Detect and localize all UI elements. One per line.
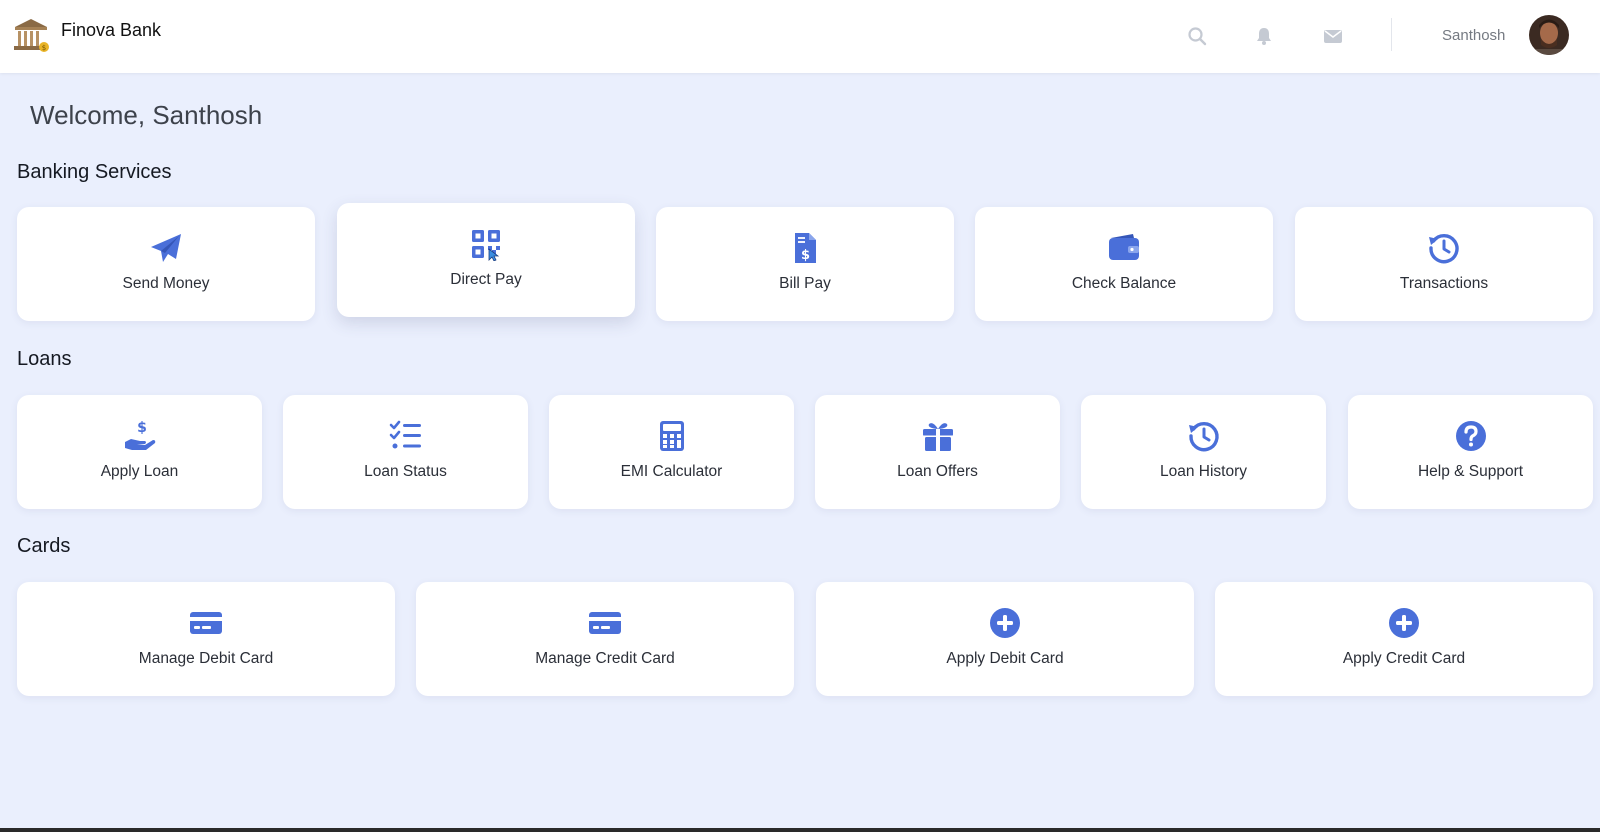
bank-logo-icon: $	[14, 19, 49, 52]
plus-circle-icon	[990, 608, 1020, 638]
plus-circle-icon	[1389, 608, 1419, 638]
card-label: Loan Offers	[897, 463, 978, 480]
card-label: Apply Loan	[100, 463, 179, 480]
card-check-balance[interactable]: Check Balance	[975, 207, 1273, 321]
wallet-icon	[1109, 234, 1139, 260]
card-loan-history[interactable]: Loan History	[1081, 395, 1326, 509]
credit-card-icon	[190, 612, 222, 634]
envelope-icon[interactable]	[1323, 26, 1343, 46]
card-send-money[interactable]: Send Money	[17, 207, 315, 321]
section-title-banking: Banking Services	[17, 161, 172, 183]
avatar[interactable]	[1529, 15, 1569, 55]
card-label: EMI Calculator	[620, 463, 723, 480]
card-label: Manage Debit Card	[138, 650, 274, 667]
credit-card-icon	[589, 612, 621, 634]
card-label: Direct Pay	[450, 271, 522, 288]
card-label: Manage Credit Card	[535, 650, 675, 667]
card-label: Transactions	[1399, 275, 1489, 292]
username[interactable]: Santhosh	[1442, 27, 1505, 44]
card-label: Loan History	[1159, 463, 1247, 480]
history-icon	[1429, 234, 1459, 264]
card-manage-debit-card[interactable]: Manage Debit Card	[17, 582, 395, 696]
card-loan-offers[interactable]: Loan Offers	[815, 395, 1060, 509]
search-icon[interactable]	[1187, 26, 1207, 46]
card-loan-status[interactable]: Loan Status	[283, 395, 528, 509]
card-help-support[interactable]: Help & Support	[1348, 395, 1593, 509]
brand[interactable]: $ Finova Bank	[12, 16, 161, 54]
card-apply-debit-card[interactable]: Apply Debit Card	[816, 582, 1194, 696]
calculator-icon	[659, 421, 684, 451]
svg-text:$: $	[801, 248, 810, 263]
history-icon	[1188, 422, 1219, 452]
card-apply-loan[interactable]: $ Apply Loan	[17, 395, 262, 509]
card-direct-pay[interactable]: Direct Pay	[337, 203, 635, 317]
paper-plane-icon	[151, 234, 181, 262]
bell-icon[interactable]	[1254, 26, 1274, 46]
card-label: Check Balance	[1071, 275, 1177, 292]
checklist-icon	[389, 420, 421, 449]
card-emi-calculator[interactable]: EMI Calculator	[549, 395, 794, 509]
bill-dollar-icon: $	[795, 233, 816, 263]
card-label: Help & Support	[1417, 463, 1524, 480]
card-bill-pay[interactable]: $ Bill Pay	[656, 207, 954, 321]
card-label: Apply Debit Card	[946, 650, 1064, 667]
qr-code-icon	[472, 230, 500, 261]
svg-text:$: $	[137, 420, 147, 436]
card-apply-credit-card[interactable]: Apply Credit Card	[1215, 582, 1593, 696]
card-label: Apply Credit Card	[1342, 650, 1466, 667]
card-label: Bill Pay	[779, 275, 831, 292]
card-manage-credit-card[interactable]: Manage Credit Card	[416, 582, 794, 696]
bottom-edge	[0, 828, 1600, 832]
card-label: Loan Status	[364, 463, 447, 480]
question-circle-icon	[1455, 421, 1486, 451]
header-divider	[1391, 18, 1392, 51]
brand-name: Finova Bank	[61, 20, 162, 40]
welcome-heading: Welcome, Santhosh	[30, 100, 263, 130]
section-title-loans: Loans	[17, 348, 72, 370]
card-transactions[interactable]: Transactions	[1295, 207, 1593, 321]
top-navbar: $ Finova Bank Santhosh	[0, 0, 1600, 73]
gift-icon	[922, 423, 953, 451]
hand-dollar-icon: $	[124, 420, 155, 450]
section-title-cards: Cards	[17, 535, 71, 557]
card-label: Send Money	[122, 275, 210, 292]
svg-text:$: $	[42, 44, 46, 52]
